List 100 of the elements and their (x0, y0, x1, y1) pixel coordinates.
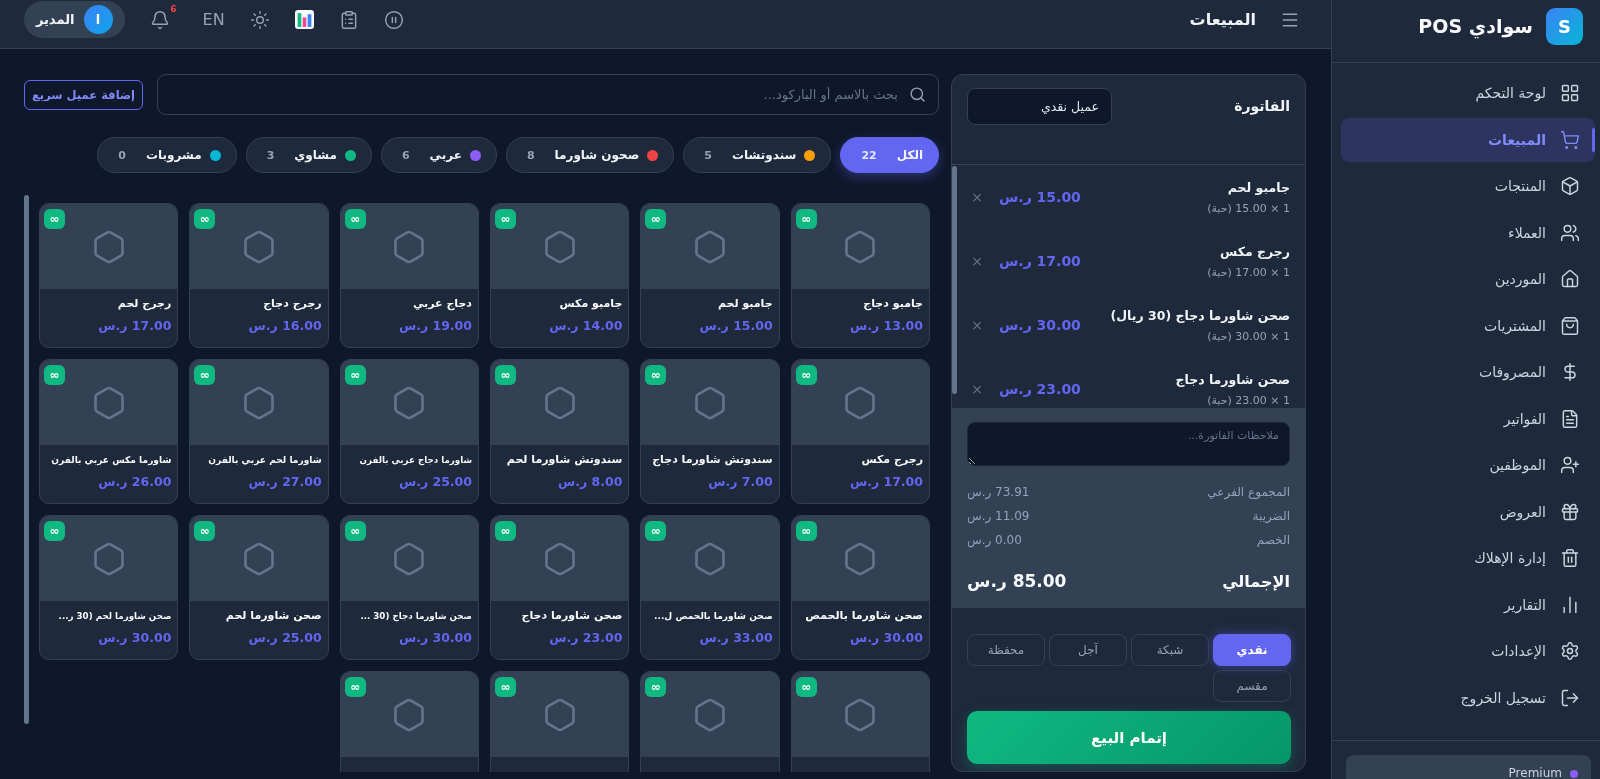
payment-method-button[interactable]: محفظة (967, 634, 1045, 666)
item-quantity: 1 × 17.00 (حبة) (1207, 264, 1290, 281)
stock-badge: ∞ (495, 677, 516, 697)
cart-icon (1560, 129, 1580, 150)
product-card[interactable]: ∞ رجرج لحم 17.00 ر.س (39, 203, 179, 348)
product-price: 16.00 ر.س (248, 317, 322, 335)
stock-badge: ∞ (194, 521, 216, 541)
nav-item[interactable]: لوحة التحكم (1341, 71, 1595, 115)
summary-value: 11.09 ر.س (967, 509, 1030, 523)
hexagon-icon (692, 540, 728, 577)
app-title: سوادي POS (1418, 14, 1533, 41)
product-price: 17.00 ر.س (98, 317, 172, 335)
user-menu[interactable]: ا المدير (24, 1, 125, 38)
payment-method-button[interactable]: مقسم (1213, 670, 1291, 702)
invoice-title: الفاتورة (1234, 97, 1290, 117)
product-price: 8.00 ر.س (557, 473, 623, 491)
product-card[interactable]: ∞ شاورما مكس عربي بالفرن 26.00 ر.س (39, 359, 179, 504)
product-name: شاورما دجاج عربي بالفرن (359, 454, 472, 467)
summary-label: الضريبة (1252, 509, 1290, 523)
item-quantity: 1 × 15.00 (حبة) (1207, 200, 1290, 217)
nav-item[interactable]: العروض (1341, 489, 1595, 534)
gift-icon (1560, 501, 1580, 522)
product-card[interactable]: ∞ جامبو مكس 14.00 ر.س (490, 203, 630, 348)
summary-label: الخصم (1256, 533, 1290, 547)
stock-badge: ∞ (495, 209, 516, 229)
nav-item[interactable]: الفواتير (1341, 396, 1595, 441)
nav-item[interactable]: المصروفات (1341, 350, 1595, 394)
scrollbar-thumb[interactable] (952, 166, 957, 394)
users-icon (1560, 222, 1580, 243)
item-quantity: 1 × 23.00 (حبة) (1207, 392, 1290, 408)
nav-item[interactable]: تسجيل الخروج (1341, 675, 1595, 720)
product-card[interactable]: ∞ صحن شاورما لحم (30 ر... 30.00 ر.س (39, 515, 179, 660)
product-price: 30.00 ر.س (98, 629, 172, 647)
nav-item[interactable]: الإعدادات (1341, 629, 1595, 673)
bar-chart-icon (1560, 594, 1580, 615)
customer-select[interactable]: عميل نقدي (967, 88, 1112, 125)
product-card[interactable]: ∞ سندوتش شاورما دجاج 7.00 ر.س (640, 359, 780, 504)
product-card[interactable]: ∞ صحن شاورما بالحمص 30.00 ر.س (790, 515, 930, 660)
notes-field[interactable]: ملاحظات الفاتورة... (967, 422, 1290, 466)
scrollbar-thumb[interactable] (24, 195, 29, 724)
product-price: 30.00 ر.س (849, 629, 923, 647)
stock-badge: ∞ (495, 521, 516, 541)
nav-item[interactable]: التقارير (1341, 582, 1595, 627)
notification-count: 6 (170, 3, 177, 14)
product-card[interactable]: ∞ صحن شاورما لحم 25.00 ر.س (189, 515, 329, 660)
settings-icon (1560, 641, 1580, 661)
product-card[interactable]: ∞ شاورما لحم عربي بالفرن 27.00 ر.س (189, 359, 329, 504)
active-indicator (1592, 127, 1595, 152)
product-name: صحن شاورما لحم (30 ر... (58, 610, 172, 623)
payment-method-button[interactable]: شبكة (1131, 634, 1209, 666)
item-price: 15.00 ر.س (999, 189, 1081, 205)
trash-icon (1560, 548, 1580, 568)
product-price: 7.00 ر.س (708, 473, 773, 491)
product-price: 26.00 ر.س (98, 473, 172, 491)
product-card[interactable]: ∞ شاورما دجاج عربي بالفرن 25.00 ر.س (339, 359, 479, 504)
product-card[interactable]: ∞ دجاج عربي 19.00 ر.س (339, 203, 479, 348)
nav-item[interactable]: المنتجات (1341, 164, 1595, 208)
product-price: 17.00 ر.س (849, 473, 923, 491)
language-button[interactable]: EN (202, 9, 225, 30)
payment-method-button[interactable]: آجل (1049, 634, 1127, 666)
sun-icon[interactable] (249, 9, 270, 30)
product-card[interactable]: ∞ صحن شاورما دجاج (30 ... 30.00 ر.س (339, 515, 479, 660)
app-logo: S (1546, 8, 1583, 45)
product-card[interactable]: ∞ رجرج دجاج 16.00 ر.س (189, 203, 329, 348)
total-label: الإجمالي (1222, 571, 1290, 591)
nav-item[interactable]: الموردين (1341, 257, 1595, 301)
nav-item[interactable]: المشتريات (1341, 303, 1595, 348)
nav-item[interactable]: إدارة الإهلاك (1341, 536, 1595, 580)
product-card[interactable]: ∞ سندوتش شاورما لحم 8.00 ر.س (490, 359, 630, 504)
nav-item[interactable]: العملاء (1341, 210, 1595, 255)
product-card[interactable]: ∞ جامبو لحم 15.00 ر.س (640, 203, 780, 348)
nav-item[interactable]: الموظفين (1341, 443, 1595, 487)
pause-icon[interactable] (383, 9, 404, 30)
quick-add-customer-button[interactable]: إضافة عميل سريع (24, 79, 143, 110)
chart-tile-icon[interactable] (294, 10, 314, 29)
hexagon-icon (692, 384, 728, 421)
product-card[interactable]: ∞ جامبو دجاج 13.00 ر.س (790, 203, 930, 348)
search-icon (909, 86, 926, 103)
nav-item[interactable]: المبيعات (1341, 117, 1595, 162)
product-price: 13.00 ر.س (849, 317, 923, 335)
product-name: صحن شاورما دجاج (30 ... (360, 610, 472, 623)
stock-badge: ∞ (645, 365, 667, 385)
product-name: صحن شاورما لحم (225, 609, 322, 623)
product-price: 23.00 ر.س (549, 629, 623, 647)
product-name: رجرج دجاج (263, 297, 322, 311)
product-name: دجاج عربي (412, 297, 472, 311)
page-title: المبيعات (1189, 10, 1256, 29)
product-card[interactable]: ∞ صحن شاورما بالحمص ل... 33.00 ر.س (640, 515, 780, 660)
item-name: صحن شاورما دجاج (1175, 370, 1290, 389)
bell-icon[interactable] (149, 9, 170, 30)
plan-label: Premium (1508, 765, 1562, 779)
product-card[interactable]: ∞ صحن شاورما دجاج 23.00 ر.س (490, 515, 630, 660)
product-name: جامبو دجاج (863, 297, 923, 311)
payment-method-button[interactable]: نقدي (1213, 634, 1291, 666)
product-card[interactable]: ∞ رجرج مكس 17.00 ر.س (790, 359, 930, 504)
item-price: 17.00 ر.س (999, 253, 1081, 269)
product-name: رجرج لحم (117, 297, 172, 311)
stock-badge: ∞ (194, 209, 216, 229)
hexagon-icon (241, 540, 277, 577)
stock-badge: ∞ (645, 209, 667, 229)
